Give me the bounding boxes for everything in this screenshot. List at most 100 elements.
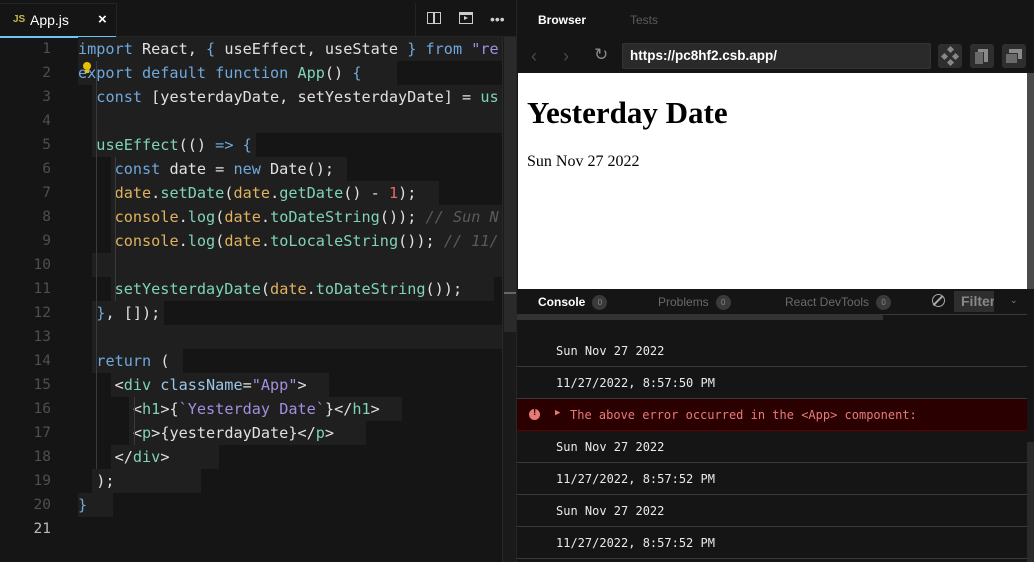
chevron-down-icon[interactable]: ⌄ bbox=[1010, 295, 1018, 306]
code-text: import React, { useEffect, useState } fr… bbox=[78, 37, 499, 61]
code-line[interactable]: 19 ); bbox=[0, 469, 502, 493]
code-line[interactable]: 3 const [yesterdayDate, setYesterdayDate… bbox=[0, 85, 502, 109]
editor-scrollbar-thumb[interactable] bbox=[504, 37, 516, 332]
code-token: App bbox=[297, 64, 325, 82]
code-line[interactable]: 2 export default function App() { bbox=[0, 61, 502, 85]
console-log-entry: Sun Nov 27 2022 bbox=[517, 335, 1027, 367]
console-message: 11/27/2022, 8:57:52 PM bbox=[556, 536, 715, 550]
code-line[interactable]: 21 bbox=[0, 517, 502, 541]
code-line[interactable]: 7 date.setDate(date.getDate() - 1); bbox=[0, 181, 502, 205]
page-paragraph: Sun Nov 27 2022 bbox=[527, 153, 640, 170]
line-number: 13 bbox=[33, 329, 51, 345]
lightbulb-icon[interactable] bbox=[82, 62, 92, 74]
code-line[interactable]: 4 bbox=[0, 109, 502, 133]
code-token: console bbox=[114, 232, 179, 250]
code-token: us bbox=[480, 88, 499, 106]
clear-console-icon[interactable] bbox=[932, 294, 945, 307]
code-token: date bbox=[114, 184, 152, 202]
code-line[interactable]: 5 useEffect(() => { bbox=[0, 133, 502, 157]
code-token: h1 bbox=[352, 400, 371, 418]
code-token: => bbox=[215, 136, 234, 154]
code-token: p bbox=[315, 424, 325, 442]
line-number: 8 bbox=[42, 209, 51, 225]
devtools-dot-icon bbox=[946, 45, 954, 54]
code-area[interactable]: 1 import React, { useEffect, useState } f… bbox=[0, 37, 502, 562]
back-button[interactable]: ‹ bbox=[531, 46, 537, 67]
line-number: 20 bbox=[33, 497, 51, 513]
more-actions-icon[interactable]: ••• bbox=[490, 11, 505, 27]
console-tabs: Console 0 Problems 0 React DevTools 0 Filte… bbox=[517, 289, 1034, 314]
tab-browser[interactable]: Browser bbox=[538, 13, 586, 27]
tab-console[interactable]: Console 0 bbox=[538, 295, 608, 310]
expand-triangle-icon[interactable]: ▶ bbox=[555, 408, 560, 418]
devtools-count-badge: 0 bbox=[876, 295, 892, 310]
code-token: [yesterdayDate, setYesterdayDate] = bbox=[142, 88, 481, 106]
code-line[interactable]: 11 setYesterdayDate(date.toDateString())… bbox=[0, 277, 502, 301]
code-text: export default function App() { bbox=[78, 61, 361, 85]
devtools-toggle-button[interactable] bbox=[938, 44, 962, 68]
console-log: 11/27/2022, 8:57:50 PM Sun Nov 27 2022 11/… bbox=[517, 314, 1027, 562]
code-line[interactable]: 14 return ( bbox=[0, 349, 502, 373]
line-highlight bbox=[92, 109, 502, 133]
line-number: 21 bbox=[33, 521, 51, 537]
code-token: h1 bbox=[142, 400, 161, 418]
tab-react-devtools-label: React DevTools bbox=[785, 295, 870, 309]
split-editor-icon[interactable] bbox=[427, 12, 441, 24]
code-line[interactable]: 10 bbox=[0, 253, 502, 277]
code-token: log bbox=[187, 208, 216, 226]
preview-pane: Browser Tests ‹ › ↻ https://pc8hf2.csb.a… bbox=[516, 0, 1034, 562]
code-token: } bbox=[407, 40, 417, 58]
reload-icon[interactable]: ↻ bbox=[594, 45, 608, 65]
code-token: { bbox=[206, 40, 216, 58]
code-text: console.log(date.toDateString()); // Sun… bbox=[78, 205, 499, 229]
devtools-dot-icon bbox=[946, 58, 954, 67]
code-line[interactable]: 20} bbox=[0, 493, 502, 517]
code-token: date bbox=[224, 208, 261, 226]
viewport-scrollbar[interactable] bbox=[1027, 73, 1034, 289]
open-preview-icon[interactable] bbox=[459, 12, 473, 24]
code-token: 1 bbox=[388, 184, 399, 202]
code-text: <div className="App"> bbox=[78, 373, 307, 397]
line-number: 4 bbox=[42, 113, 51, 129]
code-token: "re bbox=[471, 40, 499, 58]
open-new-window-button[interactable] bbox=[970, 44, 994, 68]
code-line[interactable]: 6 const date = new Date(); bbox=[0, 157, 502, 181]
code-line[interactable]: 18 </div> bbox=[0, 445, 502, 469]
editor-scrollbar[interactable] bbox=[502, 37, 516, 562]
code-token: return bbox=[96, 352, 152, 370]
line-number: 17 bbox=[33, 425, 51, 441]
code-token: date bbox=[233, 184, 271, 202]
code-line[interactable]: 15 <div className="App"> bbox=[0, 373, 502, 397]
url-input[interactable]: https://pc8hf2.csb.app/ bbox=[622, 43, 931, 69]
code-token: ()); bbox=[379, 208, 426, 226]
tab-tests[interactable]: Tests bbox=[630, 13, 658, 27]
code-token: export default function bbox=[78, 64, 298, 82]
code-token: }</ bbox=[324, 400, 353, 418]
code-line[interactable]: 16 <h1>{`Yesterday Date`}</h1> bbox=[0, 397, 502, 421]
code-token: useEffect bbox=[96, 136, 179, 154]
tab-problems[interactable]: Problems 0 bbox=[658, 295, 731, 310]
console-scrollbar[interactable] bbox=[1027, 442, 1034, 562]
line-number: 14 bbox=[33, 353, 51, 369]
code-line[interactable]: 17 <p>{yesterdayDate}</p> bbox=[0, 421, 502, 445]
code-token: className bbox=[151, 376, 243, 394]
code-token: useEffect, useState bbox=[215, 40, 408, 58]
filter-input[interactable]: Filter bbox=[954, 291, 994, 312]
console-horizontal-scrollbar[interactable] bbox=[517, 314, 883, 320]
code-token: ( bbox=[151, 352, 170, 370]
console-error-entry[interactable]: ▶ The above error occurred in the <App> c… bbox=[517, 399, 1027, 431]
tab-react-devtools[interactable]: React DevTools 0 bbox=[785, 295, 892, 310]
code-token: ( bbox=[215, 208, 225, 226]
close-tab-icon[interactable]: × bbox=[98, 11, 107, 28]
code-line[interactable]: 12 }, []); bbox=[0, 301, 502, 325]
forward-button[interactable]: › bbox=[563, 46, 569, 67]
code-line[interactable]: 8 console.log(date.toDateString()); // S… bbox=[0, 205, 502, 229]
code-line[interactable]: 13 bbox=[0, 325, 502, 349]
devtools-dot-icon bbox=[940, 52, 949, 60]
line-number: 7 bbox=[42, 185, 51, 201]
tab-app-js[interactable]: JS App.js × bbox=[0, 3, 117, 38]
responsive-view-button[interactable] bbox=[1002, 44, 1026, 68]
code-line[interactable]: 1 import React, { useEffect, useState } f… bbox=[0, 37, 502, 61]
code-line[interactable]: 9 console.log(date.toLocaleString()); //… bbox=[0, 229, 502, 253]
